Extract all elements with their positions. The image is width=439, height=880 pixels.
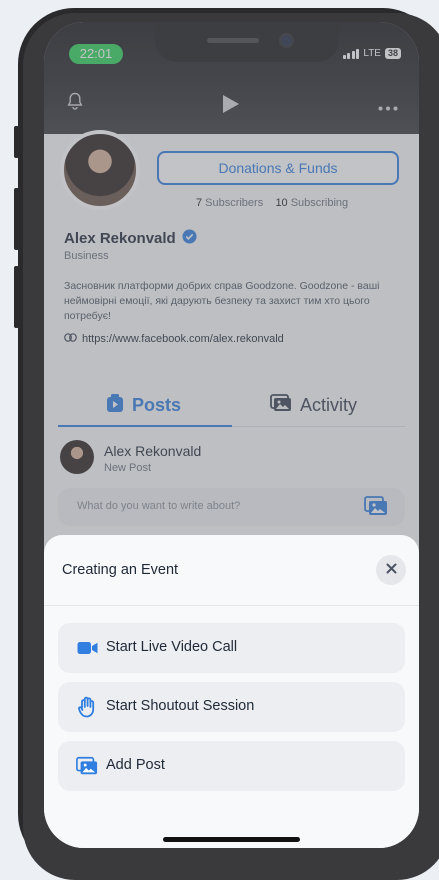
- start-live-video-call-label: Start Live Video Call: [106, 639, 238, 655]
- waving-hand-icon: [76, 696, 98, 718]
- start-shoutout-session-button[interactable]: Start Shoutout Session: [58, 682, 405, 732]
- create-event-sheet: Creating an Event Start Live Video Call …: [44, 535, 419, 848]
- close-button[interactable]: [376, 555, 406, 585]
- sheet-header: Creating an Event: [44, 535, 419, 606]
- start-shoutout-session-label: Start Shoutout Session: [106, 698, 255, 714]
- gallery-icon: [76, 755, 98, 777]
- start-live-video-call-button[interactable]: Start Live Video Call: [58, 623, 405, 673]
- video-camera-icon: [76, 637, 98, 659]
- volume-up-button: [14, 188, 19, 250]
- volume-down-button: [14, 266, 19, 328]
- close-icon: [386, 561, 397, 579]
- add-post-button[interactable]: Add Post: [58, 741, 405, 791]
- screen: 22:01 LTE 38 Donations & Funds 7 Subscrib…: [44, 22, 419, 848]
- sheet-title: Creating an Event: [62, 562, 179, 578]
- add-post-label: Add Post: [106, 757, 165, 773]
- home-indicator: [163, 837, 300, 842]
- mute-switch: [14, 126, 19, 158]
